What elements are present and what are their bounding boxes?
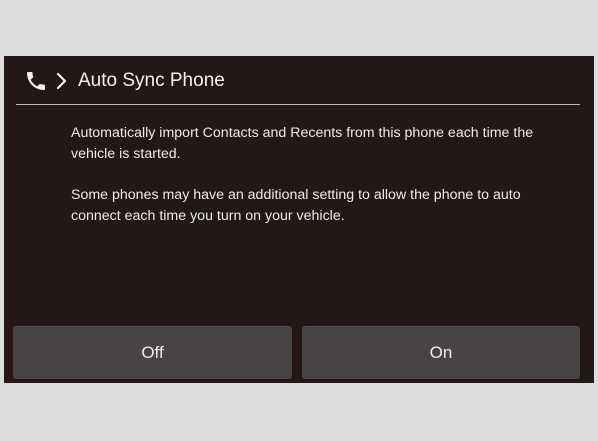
on-button[interactable]: On [302, 326, 580, 379]
on-button-label: On [429, 342, 453, 362]
off-button-label: Off [141, 342, 164, 362]
header-bar: Auto Sync Phone [4, 56, 594, 106]
auto-sync-phone-screen: Auto Sync Phone Automatically import Con… [4, 56, 594, 383]
description: Automatically import Contacts and Recent… [71, 123, 571, 247]
chevron-right-icon [55, 71, 69, 91]
description-paragraph-1: Automatically import Contacts and Recent… [71, 125, 534, 162]
page-title: Auto Sync Phone [78, 70, 225, 91]
header-divider [16, 104, 580, 105]
description-paragraph-2: Some phones may have an additional setti… [71, 187, 521, 224]
off-button[interactable]: Off [13, 326, 292, 379]
phone-icon [24, 69, 48, 93]
